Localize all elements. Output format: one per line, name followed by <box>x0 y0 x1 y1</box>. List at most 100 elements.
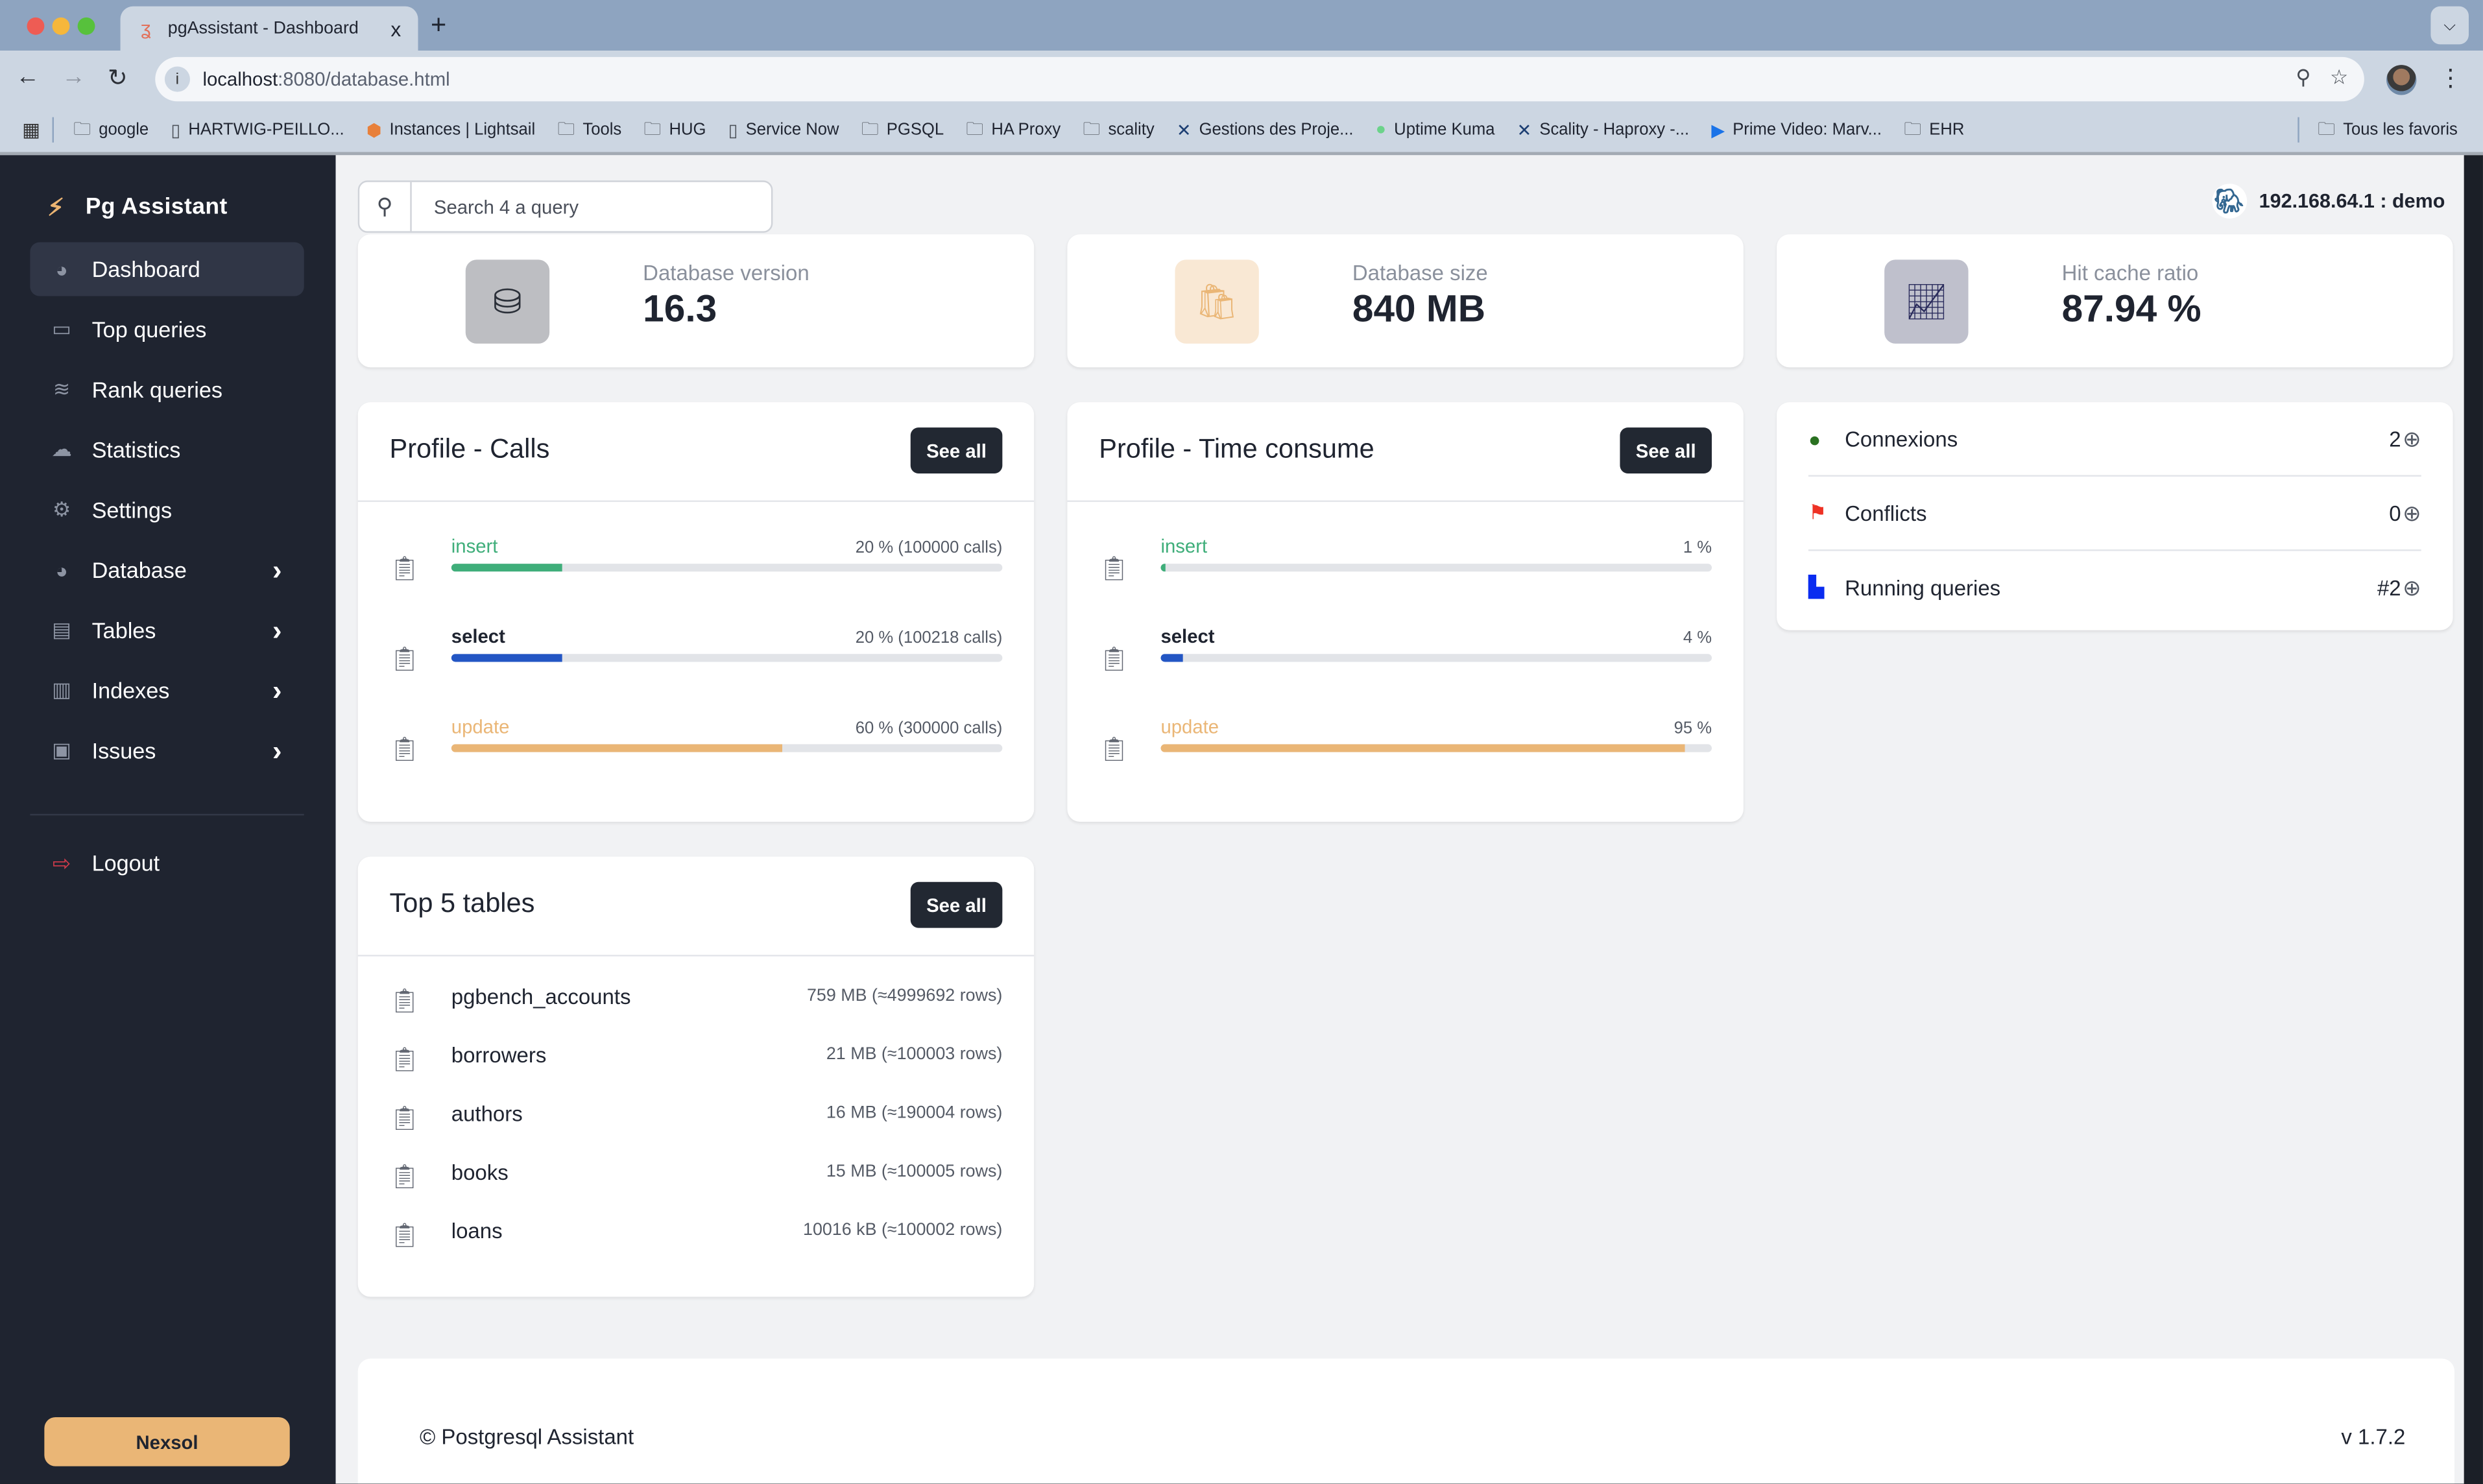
profile-row-update: 📋︎ update 95 % <box>1099 715 1712 779</box>
browser-menu-icon[interactable]: ⋮ <box>2439 64 2463 92</box>
bookmark-item[interactable]: 🗀 HUG <box>643 115 706 145</box>
bookmark-item[interactable]: ▶ Prime Video: Marv... <box>1711 119 1882 141</box>
pie-chart-icon: ◕ <box>55 257 68 281</box>
table-row[interactable]: 📋︎ authors 16 MB (≈190004 rows) <box>390 1092 1003 1140</box>
table-row[interactable]: 📋︎ pgbench_accounts 759 MB (≈4999692 rows) <box>390 975 1003 1023</box>
sidebar-item-dashboard[interactable]: ◕ Dashboard <box>30 242 304 296</box>
stat-label: Database size <box>1352 261 1488 285</box>
progress-fill <box>451 744 782 752</box>
bookmarks-separator <box>53 117 54 143</box>
main-content: ⚲ 🐘︎ 192.168.64.1 : demo ⛁ Database vers… <box>335 155 2483 1484</box>
activity-metrics-card: ● Connexions 2 ⊕ ⚑ Conflicts 0 ⊕ ▙ Running querie… <box>1777 402 2453 630</box>
jira-icon: ✕ <box>1517 121 1532 141</box>
bookmark-item[interactable]: ▯ HARTWIG-PEILLO... <box>171 119 344 141</box>
bookmark-item[interactable]: 🗀 HA Proxy <box>966 115 1061 145</box>
metric-row-connexions: ● Connexions 2 ⊕ <box>1808 402 2421 477</box>
query-type: insert <box>1160 535 1208 558</box>
apps-grid-icon[interactable]: ▦ <box>22 119 40 141</box>
cloud-icon: ☁ <box>51 437 73 461</box>
bookmark-label: HA Proxy <box>991 120 1061 139</box>
browser-tab[interactable]: ʓ pgAssistant - Dashboard x <box>120 6 418 51</box>
clipboard-icon: 📋︎ <box>389 1222 420 1250</box>
profile-row-insert: 📋︎ insert 20 % (100000 calls) <box>390 535 1003 599</box>
copyright-text: © Postgresql Assistant <box>419 1425 634 1449</box>
reload-icon[interactable]: ↻ <box>108 64 128 92</box>
bookmark-item[interactable]: 🗀 PGSQL <box>861 115 944 145</box>
address-bar[interactable]: i localhost:8080/database.html ⚲ ☆ <box>155 56 2364 102</box>
lightning-bolt-icon: ⚡︎ <box>47 195 65 222</box>
sidebar-item-statistics[interactable]: ☁ Statistics <box>30 423 304 477</box>
stat-card-database-size: 🛍︎ Database size 840 MB <box>1067 234 1744 368</box>
percent-text: 4 % <box>1683 628 1712 648</box>
sidebar-item-label: Statistics <box>91 437 181 462</box>
bookmark-star-icon[interactable]: ☆ <box>2330 65 2348 90</box>
bookmark-item[interactable]: ✕ Scality - Haproxy -... <box>1517 119 1689 141</box>
see-all-button[interactable]: See all <box>910 427 1003 473</box>
bookmark-label: Prime Video: Marv... <box>1733 120 1882 139</box>
minimize-window-button[interactable] <box>52 17 70 35</box>
bookmark-item[interactable]: ▯ Service Now <box>728 119 839 141</box>
clipboard-icon: 📋︎ <box>1099 736 1129 763</box>
new-tab-button[interactable]: + <box>431 10 446 42</box>
nexsol-button[interactable]: Nexsol <box>44 1417 290 1466</box>
bookmark-label: scality <box>1108 120 1155 139</box>
brand[interactable]: ⚡︎ Pg Assistant <box>47 193 228 222</box>
zoom-out-icon[interactable]: ⚲ <box>2296 65 2310 90</box>
sidebar-item-tables[interactable]: ▤ Tables › <box>30 603 304 657</box>
table-row[interactable]: 📋︎ loans 10016 kB (≈100002 rows) <box>390 1210 1003 1257</box>
sidebar-item-top-queries[interactable]: ▭ Top queries <box>30 302 304 356</box>
progress-fill <box>1160 744 1685 752</box>
card-title: Top 5 tables <box>389 888 535 918</box>
see-all-button[interactable]: See all <box>1620 427 1712 473</box>
all-bookmarks-folder[interactable]: 🗀 Tous les favoris <box>2318 115 2458 145</box>
bookmark-item[interactable]: ✕ Gestions des Proje... <box>1177 119 1354 141</box>
bookmark-label: Instances | Lightsail <box>389 120 536 139</box>
tab-search-chevron-icon[interactable]: ⌵ <box>2430 6 2469 45</box>
sidebar-item-database[interactable]: ◕ Database › <box>30 543 304 597</box>
percent-text: 95 % <box>1673 719 1712 738</box>
site-info-icon[interactable]: i <box>164 66 190 92</box>
progress-bar <box>1160 744 1712 752</box>
percent-text: 20 % (100218 calls) <box>855 628 1003 648</box>
sidebar-item-label: Indexes <box>91 677 170 703</box>
table-name: loans <box>451 1219 503 1243</box>
sidebar-item-issues[interactable]: ▣ Issues › <box>30 724 304 778</box>
maximize-window-button[interactable] <box>77 17 95 35</box>
card-header: Profile - Time consume See all <box>1067 402 1744 502</box>
sidebar-item-indexes[interactable]: ▥ Indexes › <box>30 664 304 717</box>
table-row[interactable]: 📋︎ books 15 MB (≈100005 rows) <box>390 1151 1003 1199</box>
browser-toolbar: ← → ↻ i localhost:8080/database.html ⚲ ☆… <box>0 51 2483 108</box>
profile-row-update: 📋︎ update 60 % (300000 calls) <box>390 715 1003 779</box>
table-name: pgbench_accounts <box>451 985 631 1009</box>
presentation-chart-icon: 📈︎ <box>1884 259 1969 344</box>
bookmark-item[interactable]: 🗀 EHR <box>1904 115 1964 145</box>
clipboard-icon: 📋︎ <box>1099 646 1129 673</box>
table-row[interactable]: 📋︎ borrowers 21 MB (≈100003 rows) <box>390 1034 1003 1081</box>
search-input[interactable] <box>431 194 754 220</box>
bookmark-item[interactable]: 🗀 Tools <box>557 115 621 145</box>
bookmark-item[interactable]: 🗀 scality <box>1083 115 1154 145</box>
profile-time-card: Profile - Time consume See all 📋︎ insert 1… <box>1067 402 1744 822</box>
chevron-right-icon: › <box>272 734 282 766</box>
bookmark-item[interactable]: ⬢ Instances | Lightsail <box>366 119 536 141</box>
index-icon: ▥ <box>52 677 72 702</box>
forward-arrow-icon[interactable]: → <box>62 64 86 91</box>
profile-avatar[interactable] <box>2386 65 2417 95</box>
credit-card-icon: ▭ <box>52 317 72 341</box>
zoom-in-icon[interactable]: ⊕ <box>2403 425 2421 452</box>
bookmark-item[interactable]: ● Uptime Kuma <box>1376 121 1495 139</box>
zoom-in-icon[interactable]: ⊕ <box>2403 574 2421 601</box>
back-arrow-icon[interactable]: ← <box>16 64 40 91</box>
bookmark-item[interactable]: 🗀 google <box>73 115 149 145</box>
sidebar-item-settings[interactable]: ⚙ Settings <box>30 483 304 537</box>
tab-close-icon[interactable]: x <box>383 17 409 41</box>
see-all-button[interactable]: See all <box>910 881 1003 928</box>
close-window-button[interactable] <box>27 17 45 35</box>
bookmark-label: google <box>99 120 149 139</box>
sidebar-item-rank-queries[interactable]: ≋ Rank queries <box>30 363 304 416</box>
progress-bar <box>1160 564 1712 572</box>
zoom-in-icon[interactable]: ⊕ <box>2403 499 2421 527</box>
search-icon[interactable]: ⚲ <box>359 182 412 232</box>
card-header: Top 5 tables See all <box>357 857 1035 957</box>
sidebar-item-logout[interactable]: ⇨ Logout <box>30 836 304 890</box>
